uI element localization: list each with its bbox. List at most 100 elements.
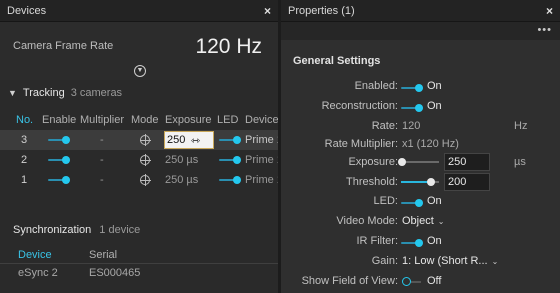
device-name: Prime 1 bbox=[245, 174, 278, 186]
column-header-led[interactable]: LED bbox=[217, 110, 241, 130]
frame-rate-value[interactable]: 120 Hz bbox=[195, 35, 262, 59]
resize-cursor-icon: ⇿ bbox=[191, 135, 201, 147]
dropdown-value: 1: Low (Short R... bbox=[402, 255, 488, 267]
led-toggle[interactable] bbox=[401, 197, 423, 209]
tracking-count: 3 cameras bbox=[70, 87, 123, 99]
video-mode-dropdown[interactable]: Object ⌄ bbox=[402, 215, 445, 227]
column-header-device[interactable]: Device bbox=[245, 110, 278, 130]
unit-label: Hz bbox=[514, 120, 528, 132]
table-row[interactable]: eSync 2 ES000465 bbox=[0, 264, 278, 282]
enable-toggle[interactable] bbox=[48, 150, 82, 170]
chevron-down-icon: ⌄ bbox=[437, 217, 445, 226]
prop-value: On bbox=[427, 235, 442, 247]
prop-label: Rate Multiplier: bbox=[324, 138, 398, 150]
prop-label: Enabled: bbox=[354, 80, 398, 92]
device-name: Prime 1 bbox=[245, 154, 278, 166]
close-icon[interactable]: × bbox=[264, 4, 271, 18]
prop-label: Gain: bbox=[371, 255, 398, 267]
sync-table: Device Serial eSync 2 ES000465 bbox=[0, 246, 278, 282]
enable-toggle[interactable] bbox=[48, 170, 82, 190]
chevron-down-icon: ⌄ bbox=[491, 257, 499, 266]
prop-exposure: Exposure: 250 µs bbox=[281, 152, 560, 172]
threshold-input[interactable]: 200 bbox=[444, 173, 490, 191]
prop-value: On bbox=[427, 195, 442, 207]
prop-reconstruction: Reconstruction: On bbox=[281, 96, 560, 116]
devices-title: Devices bbox=[7, 4, 47, 17]
prop-value: On bbox=[427, 80, 442, 92]
sync-device-serial: ES000465 bbox=[89, 267, 141, 279]
devices-header: Devices × bbox=[0, 0, 278, 22]
enable-toggle[interactable] bbox=[48, 130, 82, 150]
prop-enabled: Enabled: On bbox=[281, 76, 560, 96]
show-fov-toggle[interactable] bbox=[401, 277, 421, 286]
prop-gain: Gain: 1: Low (Short R... ⌄ bbox=[281, 251, 560, 271]
led-toggle[interactable] bbox=[219, 150, 243, 170]
properties-toolbar: ••• bbox=[281, 22, 560, 40]
table-row[interactable]: 3 - 250⇿ Prime 1 bbox=[0, 130, 278, 150]
slider-knob[interactable] bbox=[426, 178, 435, 186]
prop-label: IR Filter: bbox=[356, 235, 398, 247]
properties-panel: Properties (1) × ••• General Settings En… bbox=[281, 0, 560, 293]
close-icon[interactable]: × bbox=[546, 4, 553, 18]
tracking-label: Tracking bbox=[22, 87, 65, 99]
camera-number: 2 bbox=[21, 154, 28, 166]
prop-threshold: Threshold: 200 bbox=[281, 172, 560, 192]
camera-frame-rate: Camera Frame Rate 120 Hz ▼ bbox=[0, 22, 278, 80]
prop-label: Reconstruction: bbox=[321, 100, 398, 112]
prop-rate-multiplier: Rate Multiplier: x1 (120 Hz) bbox=[281, 134, 560, 154]
frame-rate-label: Camera Frame Rate bbox=[13, 40, 114, 52]
properties-header: Properties (1) × bbox=[281, 0, 560, 22]
prop-value: On bbox=[427, 100, 442, 112]
section-title: General Settings bbox=[293, 55, 381, 67]
prop-label: Video Mode: bbox=[336, 215, 398, 227]
prop-label: Exposure: bbox=[348, 156, 398, 168]
led-toggle[interactable] bbox=[219, 170, 243, 190]
column-header-device[interactable]: Device bbox=[18, 246, 52, 264]
chevron-down-icon[interactable]: ▼ bbox=[134, 65, 146, 77]
prop-value: 120 bbox=[402, 120, 421, 132]
table-row[interactable]: 2 - 250 µs Prime 1 bbox=[0, 150, 278, 170]
tracking-group-header[interactable]: ▼ Tracking 3 cameras bbox=[0, 82, 278, 104]
prop-show-fov: Show Field of View: Off bbox=[281, 271, 560, 291]
column-header-no[interactable]: No. bbox=[16, 110, 36, 130]
column-header-serial[interactable]: Serial bbox=[89, 246, 117, 264]
prop-video-mode: Video Mode: Object ⌄ bbox=[281, 211, 560, 231]
exposure-slider[interactable] bbox=[397, 158, 439, 166]
prop-label: LED: bbox=[373, 195, 398, 207]
column-header-mode[interactable]: Mode bbox=[131, 110, 161, 130]
exposure-input-value: 250 bbox=[167, 134, 186, 146]
column-header-enable[interactable]: Enable bbox=[42, 110, 76, 130]
column-header-exposure[interactable]: Exposure bbox=[165, 110, 215, 130]
sync-label: Synchronization bbox=[13, 224, 92, 236]
gain-dropdown[interactable]: 1: Low (Short R... ⌄ bbox=[402, 255, 498, 267]
properties-title: Properties (1) bbox=[288, 4, 355, 17]
prop-ir-filter: IR Filter: On bbox=[281, 231, 560, 251]
sync-count: 1 device bbox=[99, 224, 141, 236]
prop-value: x1 (120 Hz) bbox=[402, 138, 459, 150]
camera-number: 1 bbox=[21, 174, 28, 186]
prop-label: Rate: bbox=[371, 120, 398, 132]
threshold-slider[interactable] bbox=[401, 178, 439, 186]
device-name: Prime 1 bbox=[245, 134, 278, 146]
exposure-value[interactable]: 250 µs bbox=[165, 150, 215, 170]
chevron-down-icon[interactable]: ▼ bbox=[8, 88, 17, 98]
table-header: No. Enable Multiplier Mode Exposure LED … bbox=[0, 110, 278, 130]
exposure-value[interactable]: 250 µs bbox=[165, 170, 215, 190]
enabled-toggle[interactable] bbox=[401, 82, 423, 94]
dropdown-value: Object bbox=[402, 215, 434, 227]
column-header-multiplier[interactable]: Multiplier bbox=[80, 110, 128, 130]
slider-knob[interactable] bbox=[397, 158, 406, 166]
exposure-input[interactable]: 250 ⇿ bbox=[164, 131, 214, 149]
camera-number: 3 bbox=[21, 134, 28, 146]
devices-panel: Devices × Camera Frame Rate 120 Hz ▼ ▼ T… bbox=[0, 0, 278, 293]
prop-label: Show Field of View: bbox=[301, 275, 398, 287]
more-options-icon[interactable]: ••• bbox=[537, 24, 552, 36]
sync-group-header[interactable]: Synchronization 1 device bbox=[0, 220, 278, 240]
led-toggle[interactable] bbox=[219, 130, 243, 150]
ir-filter-toggle[interactable] bbox=[401, 237, 423, 249]
reconstruction-toggle[interactable] bbox=[401, 102, 423, 114]
table-row[interactable]: 1 - 250 µs Prime 1 bbox=[0, 170, 278, 190]
exposure-input[interactable]: 250 bbox=[444, 153, 490, 171]
prop-rate: Rate: 120 Hz bbox=[281, 116, 560, 136]
prop-led: LED: On bbox=[281, 191, 560, 211]
